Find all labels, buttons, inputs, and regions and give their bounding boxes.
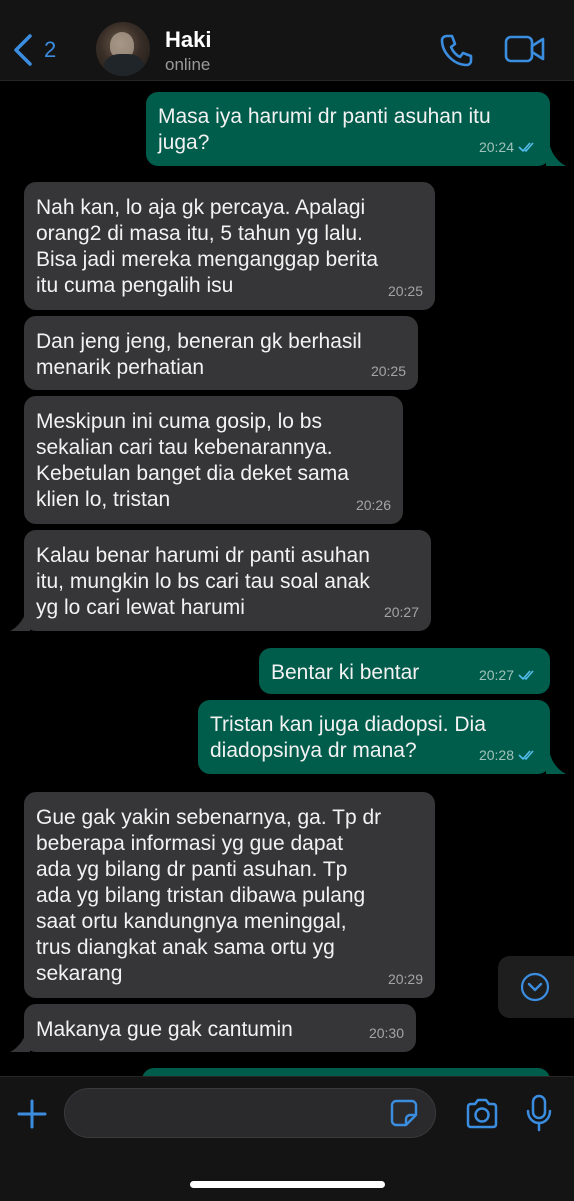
microphone-icon[interactable] [526, 1094, 552, 1132]
video-camera-icon[interactable] [504, 34, 546, 64]
contact-name[interactable]: Haki [165, 27, 211, 53]
message-time: 20:26 [355, 497, 391, 513]
back-button[interactable]: 2 [12, 30, 56, 70]
bubble-tail-outgoing [546, 754, 566, 774]
chevron-down-circle-icon [520, 972, 550, 1002]
phone-icon[interactable] [438, 32, 474, 68]
message-time: 20:29 [387, 971, 423, 987]
bubble-tail-incoming [10, 611, 30, 631]
scroll-to-bottom-button[interactable] [498, 956, 574, 1018]
message-bubble-outgoing[interactable]: Tristan kan juga diadopsi. Dia diadopsin… [198, 700, 550, 774]
message-time: 20:25 [387, 283, 423, 299]
message-text: Dan jeng jeng, beneran gk berhasil menar… [36, 330, 362, 379]
plus-icon[interactable] [16, 1098, 48, 1130]
home-indicator [190, 1181, 385, 1188]
chevron-left-icon [14, 34, 32, 66]
message-bubble-outgoing[interactable]: Bentar ki bentar 20:27 [259, 648, 550, 694]
contact-status: online [165, 55, 211, 74]
message-text: Makanya gue gak cantumin [36, 1018, 293, 1041]
message-time: 20:30 [368, 1025, 404, 1041]
message-bubble-incoming[interactable]: Kalau benar harumi dr panti asuhan itu, … [24, 530, 431, 631]
camera-icon[interactable] [464, 1098, 500, 1130]
message-text: Nah kan, lo aja gk percaya. Apalagi oran… [36, 196, 379, 297]
message-time: 20:28 [478, 747, 514, 763]
message-time: 20:27 [383, 604, 419, 620]
double-check-icon [518, 670, 534, 681]
message-text: Gue gak yakin sebenarnya, ga. Tp dr bebe… [36, 806, 382, 985]
message-time: 20:27 [478, 667, 514, 683]
message-text: Kalau benar harumi dr panti asuhan itu, … [36, 544, 370, 619]
message-bubble-outgoing[interactable]: Masa iya harumi dr panti asuhan itu juga… [146, 92, 550, 166]
message-bubble-incoming[interactable]: Gue gak yakin sebenarnya, ga. Tp dr bebe… [24, 792, 435, 998]
message-time: 20:24 [478, 139, 514, 155]
sticker-icon[interactable] [390, 1099, 418, 1127]
message-bubble-incoming[interactable]: Makanya gue gak cantumin 20:30 [24, 1004, 416, 1052]
double-check-icon [518, 142, 534, 153]
message-bubble-incoming[interactable]: Meskipun ini cuma gosip, lo bs sekalian … [24, 396, 403, 524]
message-bubble-incoming[interactable]: Nah kan, lo aja gk percaya. Apalagi oran… [24, 182, 435, 310]
message-bubble-incoming[interactable]: Dan jeng jeng, beneran gk berhasil menar… [24, 316, 418, 390]
message-time: 20:25 [370, 363, 406, 379]
bubble-tail-outgoing [546, 146, 566, 166]
avatar[interactable] [96, 22, 150, 76]
unread-count: 2 [44, 37, 57, 62]
bubble-tail-incoming [10, 1032, 30, 1052]
message-text: Meskipun ini cuma gosip, lo bs sekalian … [36, 410, 349, 511]
message-input[interactable] [64, 1088, 436, 1138]
double-check-icon [518, 750, 534, 761]
chat-header [0, 0, 574, 81]
